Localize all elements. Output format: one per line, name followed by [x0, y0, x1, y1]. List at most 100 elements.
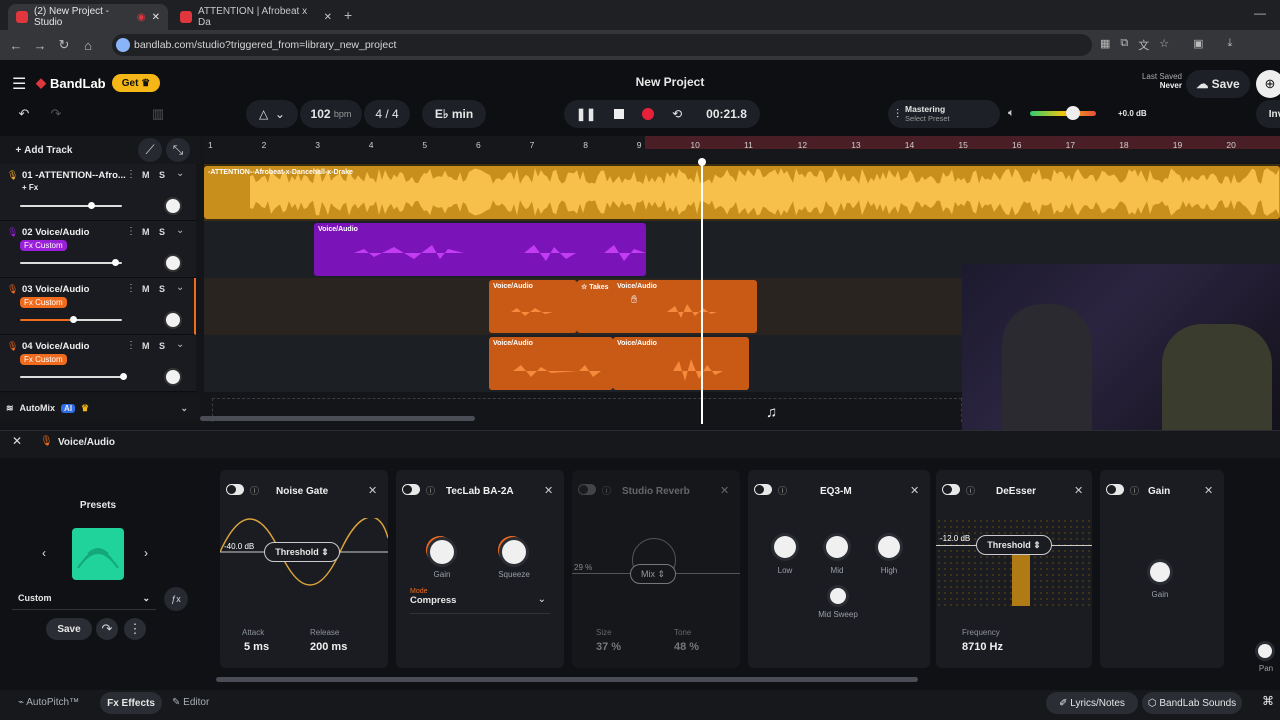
- automix-row[interactable]: ≋ AutoMix AI ♛ ⌄: [0, 396, 200, 420]
- record-icon[interactable]: [642, 108, 655, 120]
- attack-value[interactable]: 5 ms: [244, 641, 269, 653]
- track-header[interactable]: 🎙︎ 01 -ATTENTION--Afro... + Fx ⋮ M S ⌄: [0, 164, 196, 221]
- remove-effect-icon[interactable]: ✕: [368, 484, 377, 497]
- mute-button[interactable]: M: [142, 170, 150, 180]
- release-value[interactable]: 200 ms: [310, 641, 347, 653]
- fx-bypass-icon[interactable]: ƒx: [164, 587, 188, 611]
- noise-gate-toggle[interactable]: [226, 484, 244, 495]
- track-name[interactable]: 02 Voice/Audio: [22, 227, 89, 238]
- editor-tab[interactable]: ✎ Editor: [172, 697, 209, 708]
- deesser-threshold-control[interactable]: Threshold ⇕: [976, 535, 1052, 555]
- more-vert-icon[interactable]: ⋮: [124, 618, 146, 640]
- close-tab-icon[interactable]: ✕: [324, 12, 332, 23]
- remove-effect-icon[interactable]: ✕: [1074, 484, 1083, 497]
- solo-button[interactable]: S: [159, 284, 165, 294]
- audio-clip[interactable]: Voice/Audio: [489, 337, 613, 390]
- close-tab-icon[interactable]: ✕: [152, 12, 160, 23]
- bandlab-sounds-button[interactable]: ⬡ BandLab Sounds: [1142, 692, 1242, 714]
- minimize-icon[interactable]: —: [1254, 6, 1266, 20]
- reload-icon[interactable]: ↻: [52, 37, 76, 53]
- chevron-down-icon[interactable]: ⌄: [176, 282, 184, 293]
- track-name[interactable]: 04 Voice/Audio: [22, 341, 89, 352]
- more-vert-icon[interactable]: ⋮: [126, 226, 136, 237]
- horizontal-scrollbar[interactable]: [200, 416, 475, 421]
- volume-slider[interactable]: [20, 202, 122, 209]
- info-icon[interactable]: ⓘ: [966, 484, 975, 497]
- pause-icon[interactable]: ❚❚: [576, 107, 596, 121]
- master-volume-slider[interactable]: [1030, 111, 1096, 116]
- audio-clip[interactable]: Voice/Audio: [489, 280, 577, 333]
- frequency-value[interactable]: 8710 Hz: [962, 641, 1003, 653]
- browser-tab-attention[interactable]: ATTENTION | Afrobeat x Da ✕: [172, 4, 340, 30]
- next-preset-icon[interactable]: ›: [144, 546, 148, 560]
- volume-slider[interactable]: [20, 259, 122, 266]
- remove-effect-icon[interactable]: ✕: [544, 484, 553, 497]
- info-icon[interactable]: ⓘ: [778, 484, 787, 497]
- add-track-button[interactable]: + Add Track: [6, 140, 82, 160]
- audio-clip[interactable]: -ATTENTION--Afrobeat-x-Dancehall-x-Drake: [204, 166, 1280, 219]
- audio-clip-takes[interactable]: ☆ Takes Voice/Audio ✋︎: [577, 280, 757, 333]
- chevron-down-icon[interactable]: ⌄: [176, 339, 184, 350]
- mute-button[interactable]: M: [142, 227, 150, 237]
- volume-handle[interactable]: [88, 202, 95, 209]
- info-icon[interactable]: ⓘ: [250, 484, 259, 497]
- lyrics-notes-button[interactable]: ✐ Lyrics/Notes: [1046, 692, 1138, 714]
- mute-button[interactable]: M: [142, 284, 150, 294]
- mid-knob[interactable]: [826, 536, 848, 558]
- teclab-toggle[interactable]: [402, 484, 420, 495]
- sidebar-icon[interactable]: ▣: [1193, 37, 1203, 53]
- globe-icon[interactable]: ⊕: [1256, 70, 1280, 98]
- track-header[interactable]: 🎙︎ 04 Voice/Audio Fx Custom ⋮ M S ⌄: [0, 335, 196, 392]
- info-icon[interactable]: ⓘ: [426, 484, 435, 497]
- reverb-toggle[interactable]: [578, 484, 596, 495]
- browser-tab-studio[interactable]: (2) New Project - Studio ◉ ✕: [8, 4, 168, 30]
- effects-scrollbar[interactable]: [216, 677, 918, 682]
- prev-preset-icon[interactable]: ‹: [42, 546, 46, 560]
- audio-clip[interactable]: Voice/Audio: [613, 337, 749, 390]
- stop-icon[interactable]: [614, 109, 625, 119]
- size-value[interactable]: 37 %: [596, 641, 621, 653]
- playhead-handle[interactable]: [698, 158, 706, 166]
- collapse-icon[interactable]: ⤡: [166, 138, 190, 162]
- track-header-selected[interactable]: 🎙︎ 03 Voice/Audio Fx Custom ⋮ M S ⌄: [0, 278, 196, 335]
- mid-sweep-knob[interactable]: [830, 588, 846, 604]
- save-project-button[interactable]: ☁ Save: [1186, 70, 1250, 98]
- translate-icon[interactable]: 文: [1138, 37, 1149, 53]
- preset-save-button[interactable]: Save: [46, 618, 92, 640]
- bookmark-star-icon[interactable]: ☆: [1159, 37, 1169, 53]
- master-volume-handle[interactable]: [1066, 106, 1080, 120]
- deesser-toggle[interactable]: [942, 484, 960, 495]
- volume-handle[interactable]: [120, 373, 127, 380]
- menu-icon[interactable]: ☰: [12, 74, 26, 94]
- chevron-down-icon[interactable]: ⌄: [176, 168, 184, 179]
- loop-icon[interactable]: ⟲: [672, 107, 682, 121]
- remove-effect-icon[interactable]: ✕: [1204, 484, 1213, 497]
- takes-badge[interactable]: ☆ Takes: [581, 283, 609, 291]
- volume-handle[interactable]: [70, 316, 77, 323]
- tone-value[interactable]: 48 %: [674, 641, 699, 653]
- key-field[interactable]: E♭ min: [422, 100, 486, 128]
- metronome-button[interactable]: △ ⌄: [246, 100, 298, 128]
- fx-custom-badge[interactable]: Fx Custom: [20, 297, 67, 308]
- info-icon[interactable]: ⓘ: [1130, 484, 1139, 497]
- more-vert-icon[interactable]: ⋮: [126, 283, 136, 294]
- fx-custom-badge[interactable]: Fx Custom: [20, 240, 67, 251]
- threshold-control[interactable]: Threshold ⇕: [264, 542, 340, 562]
- close-panel-icon[interactable]: ✕: [12, 434, 22, 448]
- volume-slider[interactable]: [20, 316, 122, 323]
- tuning-fork-icon[interactable]: ⟋: [138, 138, 162, 162]
- get-membership-button[interactable]: Get ♛: [112, 74, 160, 92]
- solo-button[interactable]: S: [159, 341, 165, 351]
- cast-icon[interactable]: ⧉: [1120, 37, 1128, 53]
- fx-custom-badge[interactable]: Fx Custom: [20, 354, 67, 365]
- track-name[interactable]: 01 -ATTENTION--Afro...: [22, 170, 126, 181]
- mastering-button[interactable]: ⫶ Mastering Select Preset: [888, 100, 1000, 128]
- bandlab-logo[interactable]: ◆ BandLab: [36, 75, 106, 91]
- gain-toggle[interactable]: [1106, 484, 1124, 495]
- remove-effect-icon[interactable]: ✕: [910, 484, 919, 497]
- grid-icon[interactable]: ⌘: [1262, 694, 1274, 708]
- solo-button[interactable]: S: [159, 227, 165, 237]
- share-icon[interactable]: ↷: [96, 618, 118, 640]
- track-header[interactable]: 🎙︎ 02 Voice/Audio Fx Custom ⋮ M S ⌄: [0, 221, 196, 278]
- redo-icon[interactable]: ↷: [42, 100, 70, 128]
